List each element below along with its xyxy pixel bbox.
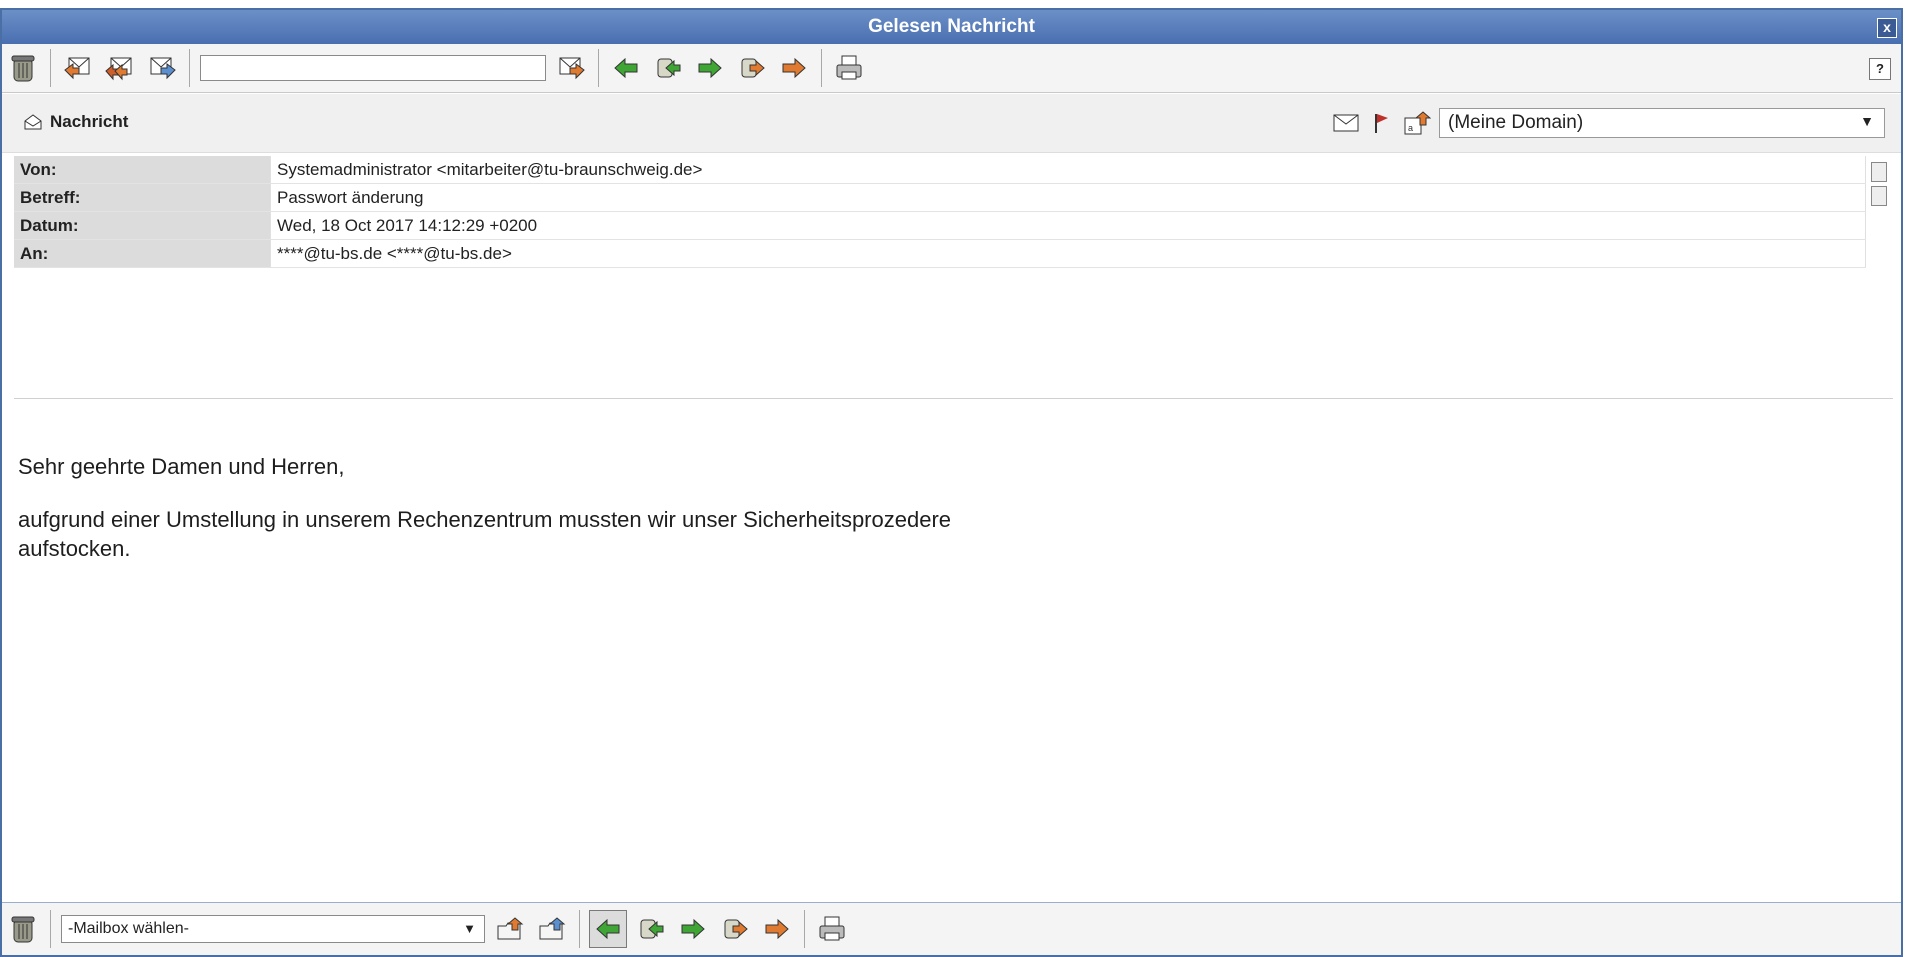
message-headers-table: Von: Systemadministrator <mitarbeiter@tu… xyxy=(14,156,1866,268)
move-to-domain-icon[interactable]: a xyxy=(1403,110,1431,136)
toolbar-separator xyxy=(804,910,805,948)
top-toolbar: ? xyxy=(2,44,1901,93)
mailbox-select-value: -Mailbox wählen- xyxy=(68,920,189,937)
message-action-icons: a xyxy=(1333,110,1431,136)
header-value: Passwort änderung xyxy=(270,183,1866,212)
toolbar-separator xyxy=(189,49,190,87)
header-value: ****@tu-bs.de <****@tu-bs.de> xyxy=(270,239,1866,268)
forward-to-icon[interactable] xyxy=(553,50,589,86)
body-greeting: Sehr geehrte Damen und Herren, xyxy=(18,454,345,479)
next-icon[interactable] xyxy=(692,50,728,86)
prev-icon[interactable] xyxy=(608,50,644,86)
print-icon[interactable] xyxy=(814,911,850,947)
body-divider xyxy=(14,398,1893,399)
header-label: An: xyxy=(14,239,271,268)
header-row-subject: Betreff: Passwort änderung xyxy=(14,183,1866,212)
chevron-down-icon: ▼ xyxy=(1860,113,1874,129)
message-body: Sehr geehrte Damen und Herren, aufgrund … xyxy=(18,452,951,563)
forward-address-input[interactable] xyxy=(200,55,546,81)
envelope-open-icon xyxy=(24,114,42,130)
help-button[interactable]: ? xyxy=(1869,58,1891,80)
bottom-toolbar: -Mailbox wählen- ▼ xyxy=(2,902,1901,955)
toolbar-separator xyxy=(821,49,822,87)
body-line: aufstocken. xyxy=(18,536,131,561)
window-titlebar: Gelesen Nachricht x xyxy=(2,10,1901,44)
trash-icon[interactable] xyxy=(5,50,41,86)
print-icon[interactable] xyxy=(831,50,867,86)
move-to-mailbox-icon[interactable] xyxy=(492,911,528,947)
chevron-down-icon: ▼ xyxy=(463,921,476,936)
view-source-icon[interactable] xyxy=(1871,186,1887,206)
body-line: aufgrund einer Umstellung in unserem Rec… xyxy=(18,507,952,532)
prev-icon[interactable] xyxy=(589,910,627,948)
header-row-from: Von: Systemadministrator <mitarbeiter@tu… xyxy=(14,156,1866,184)
prev-thread-icon[interactable] xyxy=(650,50,686,86)
mailbox-select[interactable]: -Mailbox wählen- ▼ xyxy=(61,915,485,943)
header-value: Systemadministrator <mitarbeiter@tu-brau… xyxy=(270,156,1866,184)
toolbar-separator xyxy=(579,910,580,948)
reply-all-icon[interactable] xyxy=(102,50,138,86)
message-window: Gelesen Nachricht x ? Nachricht a (Meine… xyxy=(0,8,1903,957)
toolbar-separator xyxy=(50,49,51,87)
header-row-date: Datum: Wed, 18 Oct 2017 14:12:29 +0200 xyxy=(14,211,1866,240)
next-thread-icon[interactable] xyxy=(734,50,770,86)
trash-icon[interactable] xyxy=(5,911,41,947)
envelope-icon[interactable] xyxy=(1333,113,1359,133)
close-window-button[interactable]: x xyxy=(1877,18,1897,38)
toolbar-separator xyxy=(598,49,599,87)
message-title-label: Nachricht xyxy=(50,112,129,131)
header-value: Wed, 18 Oct 2017 14:12:29 +0200 xyxy=(270,211,1866,240)
domain-select[interactable]: (Meine Domain) ▼ xyxy=(1439,108,1885,138)
header-label: Betreff: xyxy=(14,183,271,212)
header-side-icons xyxy=(1871,162,1887,206)
toolbar-separator xyxy=(50,910,51,948)
domain-select-value: (Meine Domain) xyxy=(1448,112,1584,133)
window-title: Gelesen Nachricht xyxy=(868,16,1035,37)
message-title: Nachricht xyxy=(24,112,128,132)
flag-icon[interactable] xyxy=(1373,112,1389,134)
svg-text:a: a xyxy=(1408,123,1413,133)
header-row-to: An: ****@tu-bs.de <****@tu-bs.de> xyxy=(14,239,1866,268)
copy-to-mailbox-icon[interactable] xyxy=(534,911,570,947)
show-headers-icon[interactable] xyxy=(1871,162,1887,182)
prev-thread-icon[interactable] xyxy=(633,911,669,947)
next-unread-icon[interactable] xyxy=(759,911,795,947)
message-header-bar: Nachricht a (Meine Domain) ▼ xyxy=(2,94,1901,153)
next-thread-icon[interactable] xyxy=(717,911,753,947)
next-icon[interactable] xyxy=(675,911,711,947)
forward-icon[interactable] xyxy=(144,50,180,86)
header-label: Datum: xyxy=(14,211,271,240)
next-unread-icon[interactable] xyxy=(776,50,812,86)
header-label: Von: xyxy=(14,156,271,184)
reply-icon[interactable] xyxy=(60,50,96,86)
